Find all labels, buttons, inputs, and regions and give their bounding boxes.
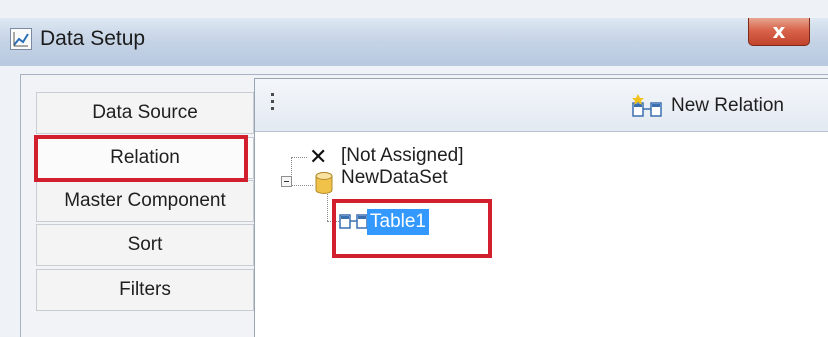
nav-relation[interactable]: Relation <box>36 137 254 179</box>
window-title: Data Setup <box>40 27 146 50</box>
relation-tree: ✕ [Not Assigned] NewDataSet Table1 <box>255 131 828 337</box>
relation-icon <box>632 94 662 117</box>
close-button[interactable]: x <box>748 18 810 46</box>
tree-node-table1[interactable]: Table1 <box>367 209 429 235</box>
relation-icon <box>339 214 368 229</box>
tree-node-newdataset[interactable]: NewDataSet <box>341 161 448 183</box>
nav-data-source[interactable]: Data Source <box>36 92 254 134</box>
tree-connector <box>327 221 339 222</box>
toolbar: New Relation <box>255 79 828 132</box>
database-icon <box>315 172 333 194</box>
tree-connector <box>327 191 328 221</box>
relation-panel: New Relation ✕ [Not Assigned] NewDataSet… <box>254 78 828 337</box>
new-relation-label: New Relation <box>671 95 784 116</box>
toolbar-grip[interactable] <box>271 93 275 119</box>
nav-filters[interactable]: Filters <box>36 269 254 311</box>
tree-connector <box>291 157 307 158</box>
not-assigned-icon: ✕ <box>309 145 328 170</box>
tree-connector <box>291 185 313 186</box>
title-bar: Data Setup x <box>0 18 828 67</box>
nav-sort[interactable]: Sort <box>36 224 254 266</box>
chart-icon <box>10 28 32 50</box>
collapse-icon[interactable] <box>281 176 292 187</box>
new-relation-button[interactable]: New Relation <box>627 93 823 119</box>
nav-master-component[interactable]: Master Component <box>36 180 254 222</box>
